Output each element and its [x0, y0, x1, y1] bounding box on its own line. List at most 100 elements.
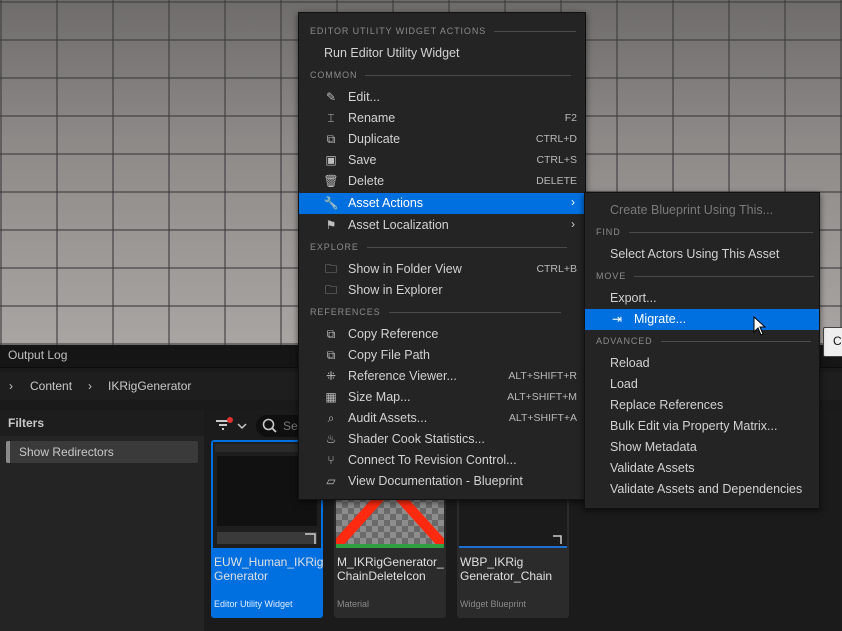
- section-find: FIND: [596, 227, 813, 237]
- menu-item-copy-reference[interactable]: ⧉ Copy Reference: [299, 324, 585, 345]
- menu-item-edit[interactable]: ✎ Edit...: [299, 87, 585, 108]
- menu-item-label: Delete: [348, 174, 385, 188]
- book-icon: ▱: [326, 474, 336, 488]
- menu-item-label: Size Map...: [348, 390, 411, 404]
- section-label: REFERENCES: [310, 307, 381, 317]
- shortcut: ALT+SHIFT+A: [508, 412, 577, 424]
- magnifier-icon: ⌕: [327, 411, 335, 425]
- section-explore: EXPLORE: [310, 242, 567, 252]
- menu-item-select-actors[interactable]: Select Actors Using This Asset: [585, 244, 819, 265]
- breadcrumb-ikriggenerator[interactable]: IKRigGenerator: [108, 379, 191, 393]
- menu-item-bulk-edit[interactable]: Bulk Edit via Property Matrix...: [585, 416, 819, 437]
- menu-item-save[interactable]: ▣ Save CTRL+S: [299, 150, 585, 171]
- menu-item-validate-assets[interactable]: Validate Assets: [585, 458, 819, 479]
- section-label: EDITOR UTILITY WIDGET ACTIONS: [310, 26, 487, 36]
- menu-item-label: Edit...: [348, 90, 380, 104]
- filter-dropdown-button[interactable]: [214, 416, 250, 436]
- menu-item-validate-dependencies[interactable]: Validate Assets and Dependencies: [585, 479, 819, 500]
- menu-item-audit-assets[interactable]: ⌕ Audit Assets... ALT+SHIFT+A: [299, 408, 585, 429]
- menu-item-migrate[interactable]: ⇥ Migrate...: [585, 309, 819, 330]
- shortcut: ALT+SHIFT+M: [507, 391, 577, 403]
- menu-item-asset-actions[interactable]: 🔧 Asset Actions ›: [299, 193, 585, 214]
- shortcut: DELETE: [536, 175, 577, 187]
- menu-item-replace-references[interactable]: Replace References: [585, 395, 819, 416]
- search-icon: [262, 418, 277, 433]
- menu-item-export[interactable]: Export...: [585, 288, 819, 309]
- menu-item-view-documentation[interactable]: ▱ View Documentation - Blueprint: [299, 471, 585, 492]
- chef-hat-icon: ♨: [325, 432, 337, 446]
- menu-item-show-folder-view[interactable]: 🗀 Show in Folder View CTRL+B: [299, 259, 585, 280]
- menu-item-label: Replace References: [610, 398, 724, 412]
- menu-item-label: Save: [348, 153, 377, 167]
- divider: [634, 275, 815, 277]
- breadcrumb-content[interactable]: Content: [30, 379, 72, 393]
- filters-pane: Filters Show Redirectors: [0, 410, 204, 631]
- rename-icon: ⌶: [327, 111, 335, 125]
- menu-item-run-euw[interactable]: Run Editor Utility Widget: [299, 43, 585, 64]
- section-label: ADVANCED: [596, 336, 653, 346]
- divider: [366, 246, 567, 248]
- graph-icon: ⁜: [325, 369, 337, 383]
- filters-header[interactable]: Filters: [0, 410, 204, 436]
- pencil-icon: ✎: [325, 90, 337, 104]
- menu-item-reload[interactable]: Reload: [585, 353, 819, 374]
- asset-type: Widget Blueprint: [460, 599, 527, 609]
- menu-item-delete[interactable]: 🗑 Delete DELETE: [299, 171, 585, 192]
- wrench-icon: 🔧: [323, 196, 339, 210]
- menu-item-label: Show in Explorer: [348, 283, 443, 297]
- menu-item-asset-localization[interactable]: ⚑ Asset Localization ›: [299, 215, 585, 236]
- section-euw-actions: EDITOR UTILITY WIDGET ACTIONS: [310, 26, 577, 36]
- chevron-right-icon[interactable]: ›: [88, 379, 92, 393]
- folder-search-icon: 🗀: [324, 283, 337, 297]
- menu-item-label: Bulk Edit via Property Matrix...: [610, 419, 778, 433]
- save-icon: ▣: [325, 153, 337, 167]
- section-common: COMMON: [310, 70, 572, 80]
- menu-item-label: Export...: [610, 291, 657, 305]
- menu-item-label: Connect To Revision Control...: [348, 453, 517, 467]
- divider: [628, 231, 813, 233]
- flag-icon: ⚑: [325, 218, 337, 232]
- menu-item-label: Shader Cook Statistics...: [348, 432, 485, 446]
- shortcut: CTRL+S: [536, 154, 577, 166]
- menu-item-size-map[interactable]: ▦ Size Map... ALT+SHIFT+M: [299, 387, 585, 408]
- menu-item-label: Asset Localization: [348, 218, 449, 232]
- filter-show-redirectors[interactable]: Show Redirectors: [6, 441, 198, 463]
- menu-item-label: Copy File Path: [348, 348, 430, 362]
- filter-label: Show Redirectors: [19, 445, 114, 459]
- menu-item-label: Create Blueprint Using This...: [610, 203, 774, 217]
- menu-item-duplicate[interactable]: ⧉ Duplicate CTRL+D: [299, 129, 585, 150]
- section-advanced: ADVANCED: [596, 336, 811, 346]
- asset-name: WBP_IKRig Generator_Chain: [460, 555, 553, 583]
- tab-output-log[interactable]: Output Log: [8, 348, 67, 362]
- divider: [365, 74, 572, 76]
- menu-item-label: Run Editor Utility Widget: [324, 46, 460, 60]
- menu-item-label: Show in Folder View: [348, 262, 462, 276]
- branch-icon: ⑂: [327, 453, 335, 467]
- asset-name: M_IKRigGenerator_ ChainDeleteIcon: [337, 555, 444, 583]
- search-placeholder: Se: [283, 419, 298, 433]
- chevron-right-icon: ›: [571, 195, 575, 209]
- shortcut: ALT+SHIFT+R: [508, 370, 577, 382]
- menu-item-label: Show Metadata: [610, 440, 697, 454]
- menu-item-label: Duplicate: [348, 132, 401, 146]
- menu-item-reference-viewer[interactable]: ⁜ Reference Viewer... ALT+SHIFT+R: [299, 366, 585, 387]
- tooltip-text: C: [833, 334, 842, 348]
- menu-item-load[interactable]: Load: [585, 374, 819, 395]
- menu-item-revision-control[interactable]: ⑂ Connect To Revision Control...: [299, 450, 585, 471]
- menu-item-label: Audit Assets...: [348, 411, 428, 425]
- menu-item-show-explorer[interactable]: 🗀 Show in Explorer: [299, 280, 585, 301]
- shortcut: CTRL+D: [535, 133, 577, 145]
- chevron-right-icon[interactable]: ›: [9, 379, 13, 393]
- asset-type: Material: [337, 599, 370, 609]
- chevron-right-icon: ›: [571, 217, 575, 231]
- menu-item-rename[interactable]: ⌶ Rename F2: [299, 108, 585, 129]
- shortcut: CTRL+B: [536, 263, 577, 275]
- section-label: FIND: [596, 227, 621, 237]
- asset-actions-submenu: Create Blueprint Using This... FIND Sele…: [584, 192, 820, 509]
- menu-item-show-metadata[interactable]: Show Metadata: [585, 437, 819, 458]
- menu-item-copy-file-path[interactable]: ⧉ Copy File Path: [299, 345, 585, 366]
- menu-item-shader-cook[interactable]: ♨ Shader Cook Statistics...: [299, 429, 585, 450]
- menu-item-label: Rename: [348, 111, 396, 125]
- section-move: MOVE: [596, 271, 815, 281]
- size-map-icon: ▦: [325, 390, 337, 404]
